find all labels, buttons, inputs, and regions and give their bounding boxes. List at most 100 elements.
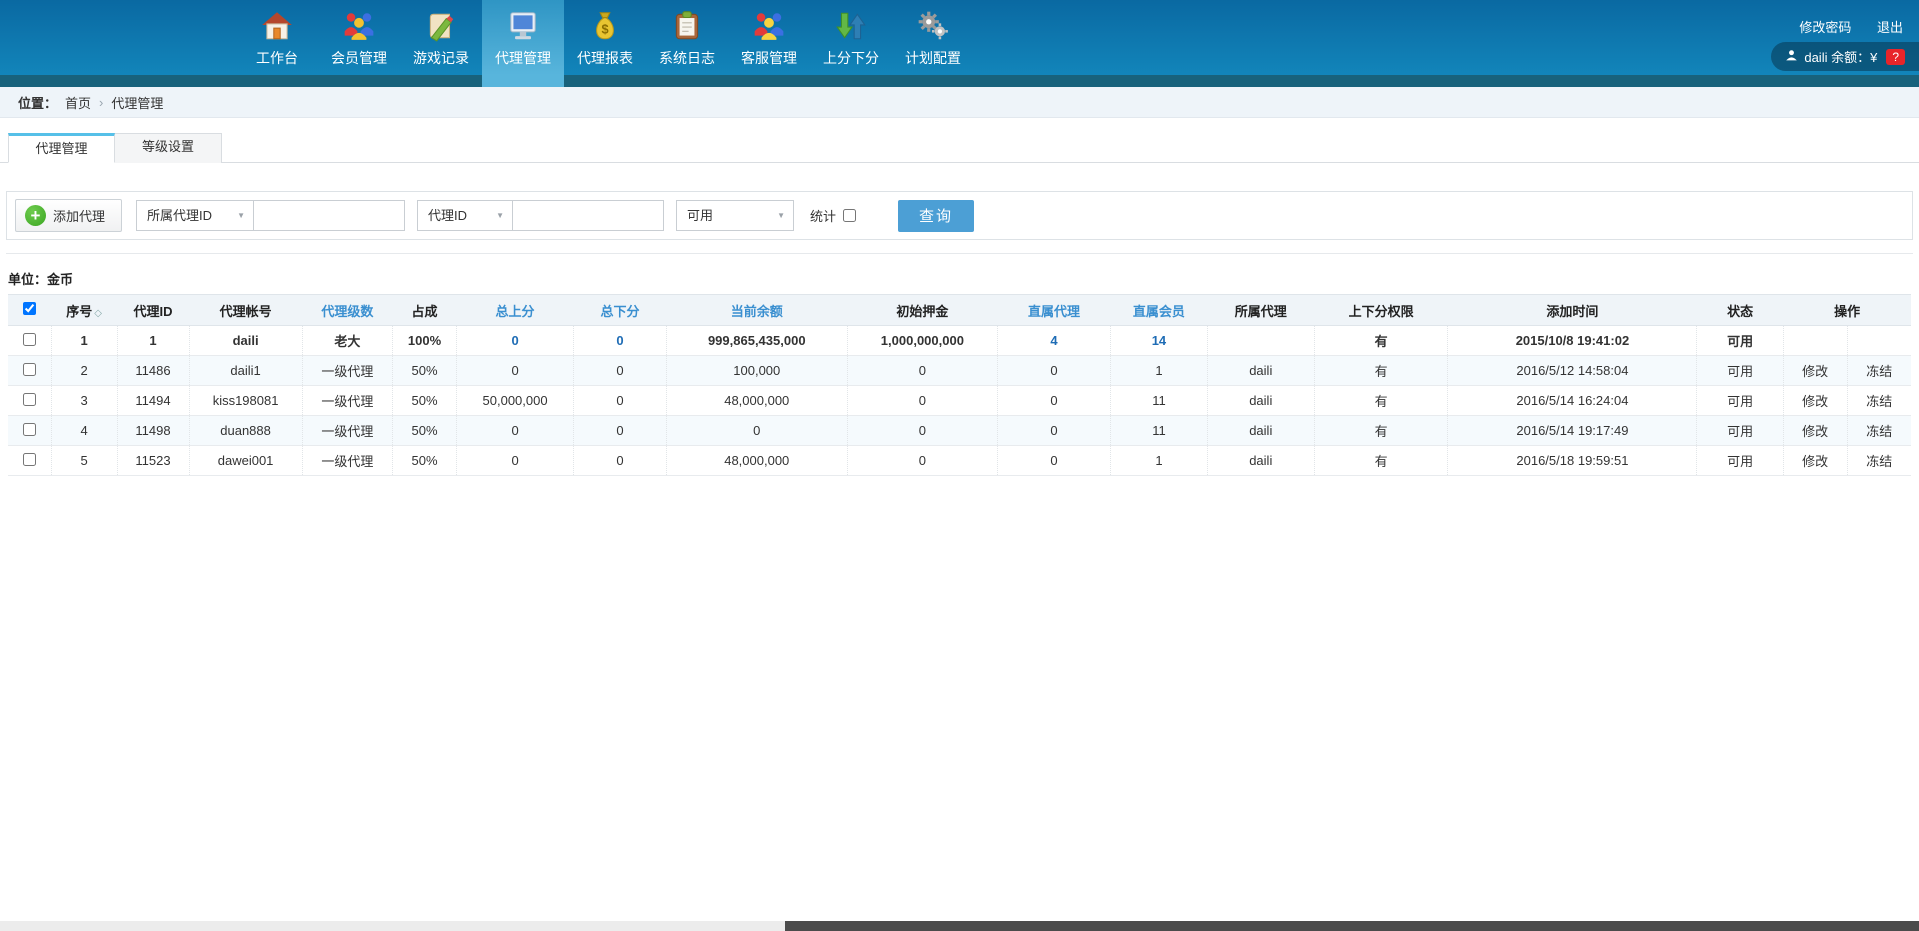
cell-direct_members[interactable]: 1 — [1111, 446, 1208, 476]
parent-agent-id-input[interactable] — [253, 200, 405, 231]
modify-link[interactable]: 修改 — [1783, 416, 1847, 446]
cell-total_up[interactable]: 0 — [456, 356, 573, 386]
cell-total_down[interactable]: 0 — [574, 356, 667, 386]
cell-parent — [1207, 326, 1314, 356]
col-header-total_down[interactable]: 总下分 — [574, 295, 667, 326]
cell-agent_id: 11523 — [117, 446, 189, 476]
freeze-link[interactable]: 冻结 — [1847, 356, 1911, 386]
agents-table: 序号◇代理ID代理帐号代理级数占成总上分总下分当前余额初始押金直属代理直属会员所… — [8, 294, 1911, 476]
row-checkbox[interactable] — [23, 423, 36, 436]
freeze-link[interactable]: 冻结 — [1847, 446, 1911, 476]
row-checkbox[interactable] — [23, 363, 36, 376]
cell-direct_agents[interactable]: 0 — [997, 386, 1110, 416]
agent-id-input[interactable] — [512, 200, 664, 231]
cell-direct_members[interactable]: 1 — [1111, 356, 1208, 386]
logout-link[interactable]: 退出 — [1877, 20, 1903, 35]
plus-icon: + — [25, 205, 46, 226]
col-header-total_up[interactable]: 总上分 — [456, 295, 573, 326]
nav-item-agent-monitor[interactable]: 代理管理 — [482, 0, 564, 75]
cell-total_down[interactable]: 0 — [574, 416, 667, 446]
modify-link[interactable]: 修改 — [1783, 446, 1847, 476]
cell-share: 50% — [393, 416, 457, 446]
status-select[interactable]: 可用 — [676, 200, 794, 231]
col-header-direct_members[interactable]: 直属会员 — [1111, 295, 1208, 326]
members-icon — [341, 8, 377, 44]
col-header-level[interactable]: 代理级数 — [302, 295, 393, 326]
col-header-parent: 所属代理 — [1207, 295, 1314, 326]
cell-total_up[interactable]: 50,000,000 — [456, 386, 573, 416]
panel-divider — [6, 247, 1913, 254]
cell-direct_members[interactable]: 11 — [1111, 416, 1208, 446]
agent-id-select[interactable]: 代理ID — [417, 200, 513, 231]
cell-total_down[interactable]: 0 — [574, 446, 667, 476]
tab-inactive[interactable]: 等级设置 — [115, 133, 222, 163]
row-checkbox[interactable] — [23, 333, 36, 346]
modify-link[interactable]: 修改 — [1783, 386, 1847, 416]
modify-link[interactable]: 修改 — [1783, 356, 1847, 386]
nav-item-label: 游戏记录 — [413, 48, 469, 68]
cell-deposit: 1,000,000,000 — [847, 326, 997, 356]
cell-share: 100% — [393, 326, 457, 356]
nav-item-label: 会员管理 — [331, 48, 387, 68]
transfer-arrows-icon — [833, 8, 869, 44]
cell-permission: 有 — [1314, 446, 1448, 476]
user-balance-pill[interactable]: daili 余额：¥ ? — [1771, 42, 1919, 71]
col-header-share: 占成 — [393, 295, 457, 326]
cell-total_up[interactable]: 0 — [456, 416, 573, 446]
cell-status: 可用 — [1697, 356, 1783, 386]
change-password-link[interactable]: 修改密码 — [1799, 20, 1851, 35]
select-all-checkbox[interactable] — [23, 302, 36, 315]
cell-permission: 有 — [1314, 416, 1448, 446]
row-checkbox[interactable] — [23, 393, 36, 406]
breadcrumb-home-link[interactable]: 首页 — [65, 93, 91, 112]
stats-checkbox[interactable] — [843, 209, 856, 222]
cell-direct_agents[interactable]: 0 — [997, 356, 1110, 386]
clipboard-icon — [669, 8, 705, 44]
cell-seq: 5 — [51, 446, 117, 476]
add-agent-button[interactable]: + 添加代理 — [15, 199, 122, 232]
cell-direct_members[interactable]: 14 — [1111, 326, 1208, 356]
cell-balance: 48,000,000 — [666, 446, 847, 476]
nav-item-members[interactable]: 会员管理 — [318, 0, 400, 75]
col-header-direct_agents[interactable]: 直属代理 — [997, 295, 1110, 326]
cell-added_time: 2016/5/14 19:17:49 — [1448, 416, 1697, 446]
cell-added_time: 2016/5/12 14:58:04 — [1448, 356, 1697, 386]
nav-item-money-bag[interactable]: $代理报表 — [564, 0, 646, 75]
nav-item-clipboard[interactable]: 系统日志 — [646, 0, 728, 75]
cell-direct_members[interactable]: 11 — [1111, 386, 1208, 416]
balance-badge[interactable]: ? — [1886, 49, 1905, 65]
cell-status: 可用 — [1697, 446, 1783, 476]
cell-total_up[interactable]: 0 — [456, 326, 573, 356]
filter-panel: + 添加代理 所属代理ID 代理ID 可用 统计 查询 — [6, 191, 1913, 240]
breadcrumb-separator: › — [99, 95, 103, 110]
breadcrumb: 位置： 首页 › 代理管理 — [0, 87, 1919, 118]
scrollbar-thumb[interactable] — [785, 921, 1919, 931]
freeze-link[interactable]: 冻结 — [1847, 386, 1911, 416]
nav-item-gears[interactable]: 计划配置 — [892, 0, 974, 75]
col-header-balance[interactable]: 当前余额 — [666, 295, 847, 326]
row-checkbox[interactable] — [23, 453, 36, 466]
cell-total_down[interactable]: 0 — [574, 386, 667, 416]
svg-text:$: $ — [601, 21, 608, 36]
query-button[interactable]: 查询 — [898, 200, 974, 232]
nav-item-service[interactable]: 客服管理 — [728, 0, 810, 75]
cell-seq: 2 — [51, 356, 117, 386]
parent-agent-id-select[interactable]: 所属代理ID — [136, 200, 254, 231]
tab-active[interactable]: 代理管理 — [8, 133, 115, 163]
cell-total_up[interactable]: 0 — [456, 446, 573, 476]
cell-direct_agents[interactable]: 0 — [997, 416, 1110, 446]
unit-label: 单位：金币 — [8, 269, 1919, 288]
col-header-seq[interactable]: 序号◇ — [51, 295, 117, 326]
nav-item-transfer-arrows[interactable]: 上分下分 — [810, 0, 892, 75]
freeze-link[interactable]: 冻结 — [1847, 416, 1911, 446]
cell-agent_id: 1 — [117, 326, 189, 356]
game-records-icon — [423, 8, 459, 44]
cell-direct_agents[interactable]: 4 — [997, 326, 1110, 356]
nav-item-home[interactable]: 工作台 — [236, 0, 318, 75]
agent-monitor-icon — [505, 8, 541, 44]
cell-total_down[interactable]: 0 — [574, 326, 667, 356]
nav-item-game-records[interactable]: 游戏记录 — [400, 0, 482, 75]
cell-status: 可用 — [1697, 326, 1783, 356]
cell-direct_agents[interactable]: 0 — [997, 446, 1110, 476]
bottom-scrollbar[interactable] — [0, 921, 1919, 931]
